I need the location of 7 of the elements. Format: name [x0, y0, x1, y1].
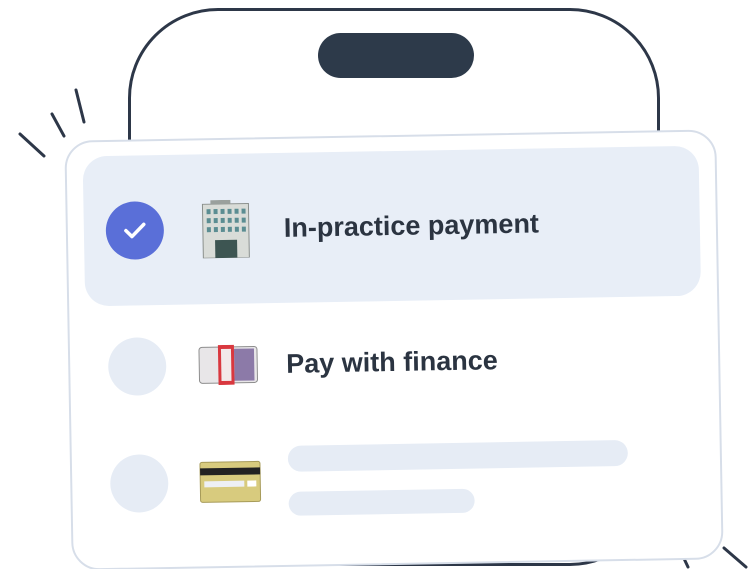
- credit-card-icon: [198, 460, 262, 504]
- building-icon: [200, 199, 252, 258]
- check-icon: [122, 221, 148, 240]
- option-label: In-practice payment: [284, 207, 540, 245]
- selected-option-row[interactable]: In-practice payment: [82, 146, 702, 306]
- banknote-stack-icon: [198, 344, 259, 386]
- option-label: Pay with finance: [286, 344, 498, 381]
